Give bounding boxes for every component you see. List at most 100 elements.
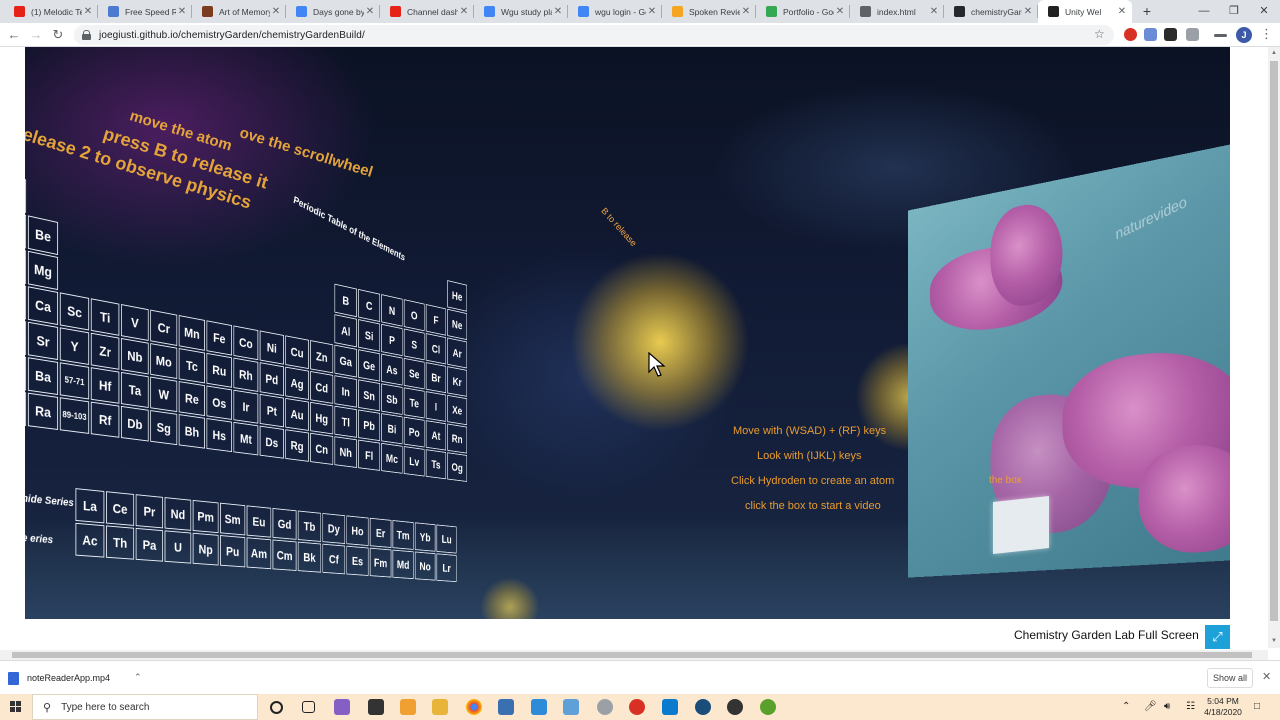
microphone-icon[interactable]: 🎤︎ — [1144, 694, 1157, 720]
app-icon[interactable] — [597, 699, 613, 715]
new-tab-button[interactable]: + — [1138, 2, 1156, 20]
bookmark-star-icon[interactable]: ☆ — [1094, 27, 1105, 41]
volume-icon[interactable]: 🔊︎ — [1164, 694, 1170, 720]
vscode-icon[interactable] — [662, 699, 678, 715]
taskbar-search[interactable]: ⚲ Type here to search — [32, 694, 258, 720]
back-button[interactable]: ← — [5, 26, 23, 44]
browser-tab[interactable]: Free Speed Re✕ — [98, 0, 192, 23]
url-text: joegiusti.github.io/chemistryGarden/chem… — [99, 29, 365, 41]
extension-icon[interactable] — [1186, 28, 1199, 41]
browser-tab[interactable]: (1) Melodic Te ✕ — [4, 0, 98, 23]
steam-icon[interactable] — [695, 699, 711, 715]
element-cell: Ar — [447, 337, 468, 369]
extension-icon[interactable] — [1144, 28, 1157, 41]
visual-studio-icon[interactable] — [334, 699, 350, 715]
browser-tab[interactable]: Wgu study pla ✕ — [474, 0, 568, 23]
profile-avatar[interactable]: J — [1236, 27, 1252, 43]
browser-tab[interactable]: wgu login - Go ✕ — [568, 0, 662, 23]
close-tab-icon[interactable]: ✕ — [834, 6, 846, 17]
video-start-box[interactable] — [993, 496, 1049, 554]
browser-tab[interactable]: chemistryGard ✕ — [944, 0, 1038, 23]
task-view-icon[interactable] — [302, 701, 315, 713]
download-item[interactable]: noteReaderApp.mp4 — [8, 667, 110, 689]
expand-icon[interactable]: ⤢ — [1205, 625, 1230, 649]
element-cell: Rg — [285, 429, 309, 462]
element-cell: Pr — [135, 494, 164, 529]
close-tab-icon[interactable]: ✕ — [364, 6, 376, 17]
horizontal-scrollbar[interactable] — [0, 650, 1268, 660]
close-tab-icon[interactable]: ✕ — [740, 6, 752, 17]
scrollbar-thumb[interactable] — [12, 652, 1252, 658]
extension-icon[interactable] — [1164, 28, 1177, 41]
close-tab-icon[interactable]: ✕ — [1116, 6, 1128, 17]
chevron-up-icon[interactable]: ⌃ — [134, 672, 142, 683]
element-cell: Es — [346, 545, 369, 576]
element-cell: Nd — [164, 497, 192, 531]
notification-icon[interactable]: □ — [1254, 694, 1260, 720]
unity-icon — [1048, 6, 1059, 17]
clock[interactable]: 5:04 PM 4/18/2020 — [1200, 696, 1246, 718]
element-cell: Rh — [233, 357, 259, 392]
unity-canvas[interactable]: ove the scrollwheel move the atom press … — [25, 47, 1230, 619]
vertical-scrollbar[interactable]: ▲ ▼ — [1268, 47, 1280, 648]
element-cell[interactable]: H — [25, 172, 27, 213]
element-cell: Ds — [259, 425, 284, 459]
element-cell: Pm — [192, 499, 219, 534]
opera-extension-icon[interactable] — [1124, 28, 1137, 41]
browser-tab[interactable]: Unity Wel ✕ — [1038, 0, 1132, 23]
blender-icon[interactable] — [400, 699, 416, 715]
windows-start-icon[interactable] — [0, 694, 32, 720]
obs-icon[interactable] — [727, 699, 743, 715]
chevron-up-icon[interactable]: ⌃ — [1122, 694, 1130, 720]
browser-tab[interactable]: Art of Memory ✕ — [192, 0, 286, 23]
app-icon[interactable] — [760, 699, 776, 715]
close-tab-icon[interactable]: ✕ — [1022, 6, 1034, 17]
element-cell: 89-103 — [59, 397, 90, 434]
table-gap — [91, 229, 119, 267]
hint-line: Look with (IJKL) keys — [757, 450, 862, 462]
reading-list-icon[interactable] — [1214, 34, 1227, 37]
opera-icon[interactable] — [629, 699, 645, 715]
file-explorer-icon[interactable] — [432, 699, 448, 715]
chrome-icon[interactable] — [466, 699, 482, 715]
table-gap — [121, 202, 149, 240]
wifi-icon[interactable]: ☷ — [1186, 694, 1195, 720]
close-tab-icon[interactable]: ✕ — [646, 6, 658, 17]
hint-line: Move with (WSAD) + (RF) keys — [733, 425, 887, 437]
close-shelf-icon[interactable]: ✕ — [1262, 670, 1271, 683]
maximize-button[interactable]: ❐ — [1218, 0, 1250, 23]
app-icon[interactable] — [498, 699, 514, 715]
forward-button[interactable]: → — [27, 26, 45, 44]
element-cell: Fe — [206, 320, 232, 356]
cortana-icon[interactable] — [270, 701, 283, 714]
video-panel[interactable]: naturevideo — [907, 139, 1230, 578]
browser-tab[interactable]: Channel dashb✕ — [380, 0, 474, 23]
unity-icon[interactable] — [368, 699, 384, 715]
browser-tab[interactable]: Spoken Review✕ — [662, 0, 756, 23]
element-cell: Mn — [178, 315, 205, 351]
browser-tab[interactable]: Days gone by ✕ — [286, 0, 380, 23]
element-cell: Na — [25, 244, 27, 284]
close-tab-icon[interactable]: ✕ — [176, 6, 188, 17]
table-gap — [28, 180, 58, 220]
scroll-up-icon[interactable]: ▲ — [1270, 49, 1278, 57]
show-all-button[interactable]: Show all — [1207, 668, 1253, 688]
app-icon[interactable] — [563, 699, 579, 715]
reload-button[interactable]: ↻ — [49, 26, 67, 44]
close-window-button[interactable]: ✕ — [1248, 0, 1280, 23]
table-gap — [334, 253, 356, 287]
minimize-button[interactable]: — — [1188, 0, 1220, 23]
close-tab-icon[interactable]: ✕ — [928, 6, 940, 17]
menu-icon[interactable]: ⋮ — [1260, 26, 1273, 42]
close-tab-icon[interactable]: ✕ — [270, 6, 282, 17]
hint-line: click the box to start a video — [745, 500, 881, 512]
scroll-down-icon[interactable]: ▼ — [1270, 637, 1278, 645]
close-tab-icon[interactable]: ✕ — [552, 6, 564, 17]
scrollbar-thumb[interactable] — [1270, 61, 1278, 621]
address-bar[interactable]: joegiusti.github.io/chemistryGarden/chem… — [74, 25, 1114, 45]
browser-tab[interactable]: index.html ✕ — [850, 0, 944, 23]
close-tab-icon[interactable]: ✕ — [458, 6, 470, 17]
close-tab-icon[interactable]: ✕ — [82, 6, 94, 17]
app-icon[interactable] — [531, 699, 547, 715]
browser-tab[interactable]: Portfolio - Goo ✕ — [756, 0, 850, 23]
